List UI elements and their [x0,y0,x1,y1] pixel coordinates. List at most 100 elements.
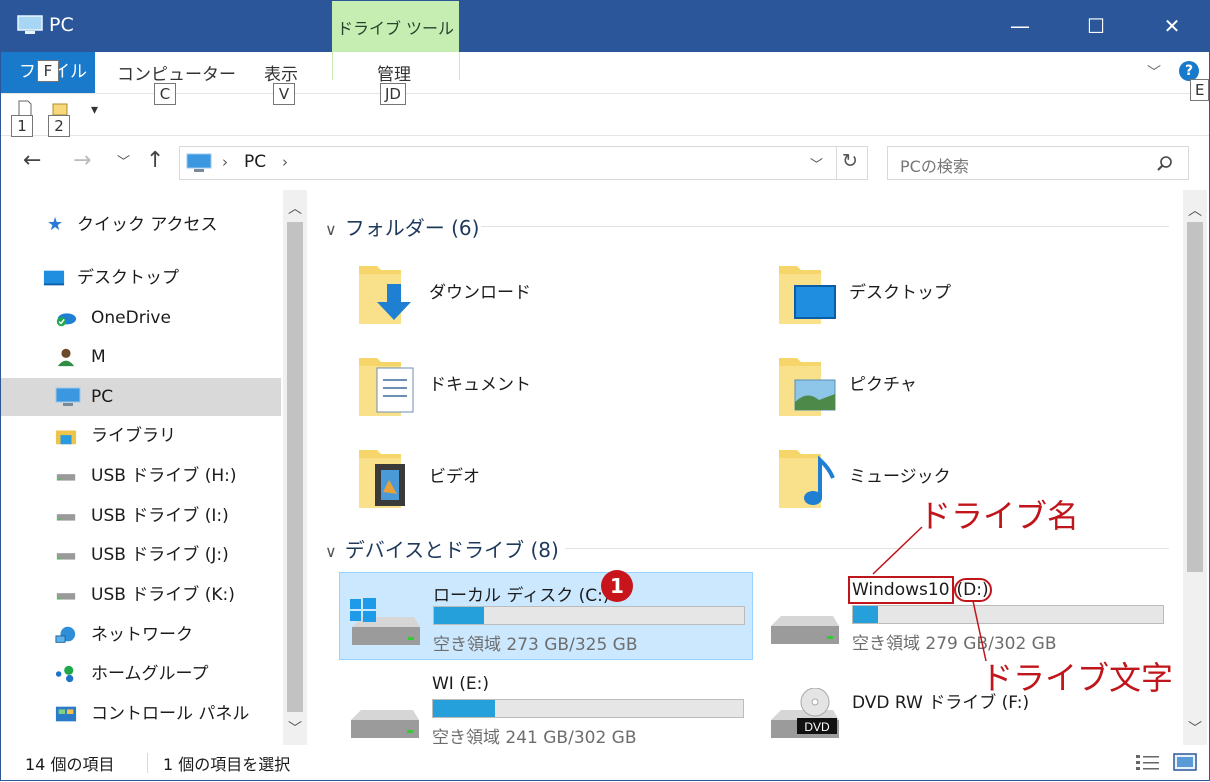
drive-e[interactable]: WI (E:) 空き領域 241 GB/302 GB [339,666,753,754]
address-bar[interactable]: › PC › ﹀ ↻ [179,146,868,180]
title-bar: PC ドライブ ツール — ☐ ✕ [1,1,1209,52]
drive-d-usage-bar [852,605,1164,624]
group-header-devices[interactable]: ∨ デバイスとドライブ (8) [325,534,559,563]
up-arrow-icon[interactable]: ↑ [146,148,164,173]
nav-item-user[interactable]: M [1,338,281,376]
group-divider [481,226,1169,227]
keytip-file: F [37,60,59,82]
drive-c-usage-fill [434,607,484,624]
nav-item-usb-j[interactable]: USB ドライブ (J:) [1,536,281,574]
status-bar: 14 個の項目 1 個の項目を選択 [1,745,1209,781]
desktop-folder-icon [779,266,836,324]
star-icon: ★ [47,214,64,235]
ribbon-expand-chevron-icon[interactable]: ﹀ [1147,62,1161,82]
nav-item-library[interactable]: ライブラリ [1,417,281,455]
back-arrow-icon[interactable]: ← [23,148,41,173]
drive-c-free-space: 空き領域 273 GB/325 GB [433,635,638,655]
nav-item-usb-h[interactable]: USB ドライブ (H:) [1,457,281,495]
nav-pane-scrollbar[interactable]: ︿ ﹀ [283,190,307,745]
scroll-up-icon[interactable]: ︿ [283,198,307,218]
usb-drive-icon [56,593,76,600]
folder-downloads[interactable]: ダウンロード [357,258,757,338]
nav-item-usb-k[interactable]: USB ドライブ (K:) [1,576,281,614]
folder-pictures[interactable]: ピクチャ [777,350,1177,430]
documents-folder-icon [359,358,414,416]
control-panel-icon [55,706,77,722]
pc-icon [17,15,43,34]
usb-drive-icon [56,553,76,560]
tab-view[interactable]: 表示 [264,60,298,85]
drive-e-name: WI (E:) [432,674,489,694]
nav-scroll-thumb[interactable] [287,222,303,712]
nav-item-pc[interactable]: PC [1,378,281,416]
dvd-label: DVD [804,720,830,734]
drive-d[interactable]: Windows10 (D:) 空き領域 279 GB/302 GB [759,572,1173,660]
tab-computer[interactable]: コンピューター [117,60,236,85]
scroll-down-icon[interactable]: ﹀ [283,718,307,738]
music-folder-icon [779,450,835,508]
search-box[interactable]: PCの検索 [887,146,1189,180]
drive-c-usage-bar [433,606,745,625]
nav-item-desktop[interactable]: デスクトップ [1,259,281,297]
pictures-folder-icon [779,358,836,416]
pc-icon [55,387,81,406]
scroll-up-icon[interactable]: ︿ [1183,200,1207,220]
drive-tools-context-tab: ドライブ ツール [332,1,459,52]
library-icon [55,430,77,445]
recent-locations-icon[interactable]: ﹀ [117,151,130,170]
windows-drive-icon [350,598,420,645]
user-icon [57,348,75,367]
drive-e-usage-fill [433,700,495,717]
drive-d-usage-fill [853,606,878,623]
collapse-chevron-icon[interactable]: ∨ [325,220,337,239]
drive-d-volume-label: Windows10 [848,576,954,604]
breadcrumb-pc[interactable]: PC [244,152,266,172]
close-button[interactable]: ✕ [1134,1,1210,52]
nav-item-quick-access[interactable]: ★ クイック アクセス [1,206,281,244]
large-icons-view-icon[interactable] [1173,752,1197,772]
group-header-folders[interactable]: ∨ フォルダー (6) [325,212,479,241]
onedrive-icon [56,313,77,327]
selected-count: 1 個の項目を選択 [163,755,291,774]
minimize-button[interactable]: — [982,1,1058,52]
scroll-down-icon[interactable]: ﹀ [1183,718,1207,738]
search-input[interactable]: PCの検索 [900,153,969,177]
nav-item-network[interactable]: ネットワーク [1,616,281,654]
breadcrumb-separator-icon[interactable]: › [282,153,288,171]
breadcrumb-separator-icon: › [222,153,228,171]
drive-d-free-space: 空き領域 279 GB/302 GB [852,634,1057,654]
folder-videos[interactable]: ビデオ [357,442,757,522]
nav-item-homegroup[interactable]: ホームグループ [1,655,281,693]
pc-icon [186,153,212,172]
folder-desktop[interactable]: デスクトップ [777,258,1177,338]
window-title: PC [49,14,74,36]
explorer-window: PC ドライブ ツール — ☐ ✕ ファイル F コンピューター C 表示 V … [0,0,1210,781]
folder-documents[interactable]: ドキュメント [357,350,757,430]
dvd-drive-icon: DVD [771,688,839,738]
navigation-pane: ★ クイック アクセス デスクトップ OneDrive M PC ライブラリ U… [1,190,281,745]
address-dropdown-icon[interactable]: ﹀ [810,154,823,173]
content-scrollbar[interactable]: ︿ ﹀ [1183,190,1207,745]
customize-qat-icon[interactable]: ▾ [91,102,98,118]
refresh-icon[interactable]: ↻ [842,150,858,172]
status-divider [147,753,148,773]
nav-item-control-panel[interactable]: コントロール パネル [1,695,281,733]
forward-arrow-icon[interactable]: → [73,148,91,173]
help-icon[interactable]: ? [1179,61,1199,81]
item-count: 14 個の項目 [25,755,115,774]
ribbon-tab-bar: ファイル F コンピューター C 表示 V 管理 JD ﹀ ? E [1,52,1210,105]
address-divider [836,147,837,179]
drive-c[interactable]: ローカル ディスク (C:) 空き領域 273 GB/325 GB [339,572,753,660]
details-view-icon[interactable] [1135,753,1161,773]
maximize-button[interactable]: ☐ [1058,1,1134,52]
nav-item-usb-i[interactable]: USB ドライブ (I:) [1,497,281,535]
downloads-folder-icon [359,266,411,324]
nav-item-onedrive[interactable]: OneDrive [1,299,281,337]
drive-d-name: Windows10 (D:) [848,576,992,604]
tab-manage[interactable]: 管理 [377,60,411,85]
search-icon[interactable] [1156,155,1174,173]
group-divider [565,548,1169,549]
content-scroll-thumb[interactable] [1187,222,1203,572]
hard-drive-icon [351,710,419,738]
collapse-chevron-icon[interactable]: ∨ [325,542,337,561]
